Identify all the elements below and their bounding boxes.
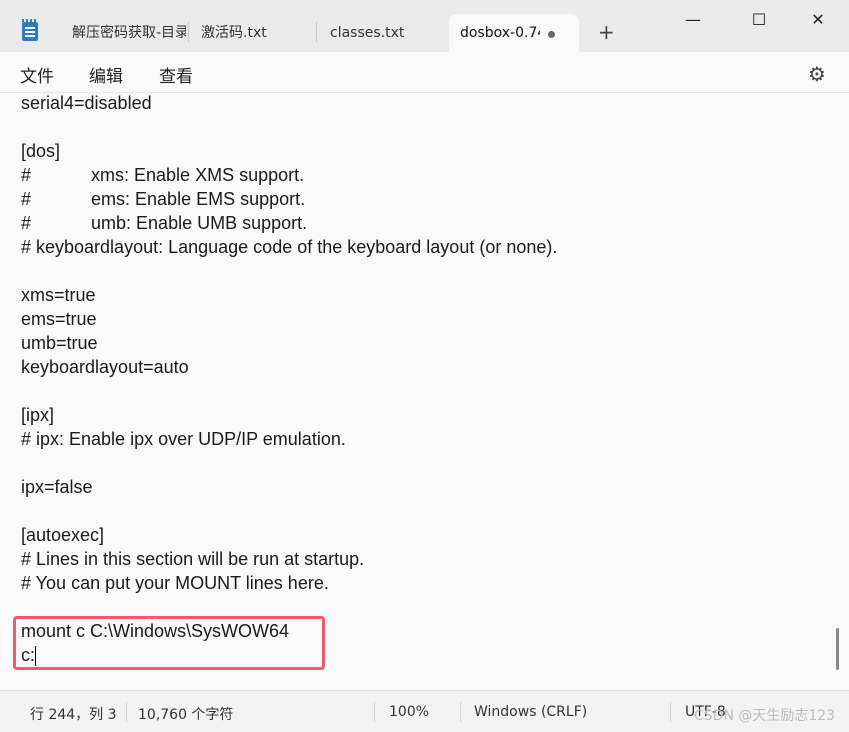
tab-divider (188, 22, 189, 42)
maximize-button[interactable]: ☐ (749, 10, 769, 30)
minimize-button[interactable]: — (683, 10, 703, 30)
editor-line: # keyboardlayout: Language code of the k… (21, 237, 558, 257)
tab-classes[interactable]: classes.txt (318, 14, 446, 52)
editor-line: # ipx: Enable ipx over UDP/IP emulation. (21, 429, 346, 449)
editor-line: serial4=disabled (21, 93, 152, 113)
editor-line: # Lines in this section will be run at s… (21, 549, 365, 569)
line-ending[interactable]: Windows (CRLF) (474, 704, 587, 720)
editor-line: # umb: Enable UMB support. (21, 213, 308, 233)
editor-line: umb=true (21, 333, 98, 353)
editor-line: [ipx] (21, 405, 55, 425)
editor-line: [dos] (21, 141, 61, 161)
editor-line: [autoexec] (21, 525, 105, 545)
status-divider (126, 702, 127, 722)
character-count: 10,760 个字符 (138, 707, 234, 723)
highlight-box (13, 616, 325, 670)
status-divider (374, 702, 375, 722)
tab-label: classes.txt (330, 25, 405, 41)
tab-unzip-password[interactable]: 解压密码获取-目录 (58, 14, 186, 52)
settings-gear-icon[interactable]: ⚙ (808, 62, 826, 86)
editor-line: ems=true (21, 309, 97, 329)
tab-label: dosbox-0.74 (460, 25, 540, 41)
tab-label: 解压密码获取-目录 (72, 25, 186, 41)
editor-line: # xms: Enable XMS support. (21, 165, 305, 185)
editor-line: # ems: Enable EMS support. (21, 189, 306, 209)
editor-line: xms=true (21, 285, 96, 305)
menu-view[interactable]: 查看 (159, 62, 193, 87)
menu-edit[interactable]: 编辑 (89, 62, 123, 87)
zoom-level[interactable]: 100% (389, 704, 429, 720)
tab-activation-code[interactable]: 激活码.txt (190, 14, 314, 52)
editor-line: ipx=false (21, 477, 93, 497)
menu-bar: 文件 编辑 查看 (0, 52, 849, 92)
tab-divider (316, 22, 317, 42)
close-button[interactable]: ✕ (808, 10, 828, 30)
text-editor[interactable]: serial4=disabled [dos] # xms: Enable XMS… (0, 92, 849, 691)
vertical-scrollbar[interactable] (836, 628, 839, 670)
editor-line: keyboardlayout=auto (21, 357, 189, 377)
cursor-position: 行 244，列 3 (30, 707, 117, 723)
unsaved-dot-icon (548, 31, 555, 38)
status-divider (460, 702, 461, 722)
notepad-icon (22, 19, 38, 41)
csdn-watermark: CSDN @天生励志123 (694, 708, 836, 724)
new-tab-button[interactable]: + (598, 22, 615, 42)
title-bar: 解压密码获取-目录 激活码.txt classes.txt dosbox-0.7… (0, 0, 849, 52)
menu-file[interactable]: 文件 (20, 62, 54, 87)
tab-dosbox-active[interactable]: dosbox-0.74 (449, 14, 579, 52)
editor-line: # You can put your MOUNT lines here. (21, 573, 329, 593)
tab-label: 激活码.txt (201, 25, 267, 41)
status-divider (670, 702, 671, 722)
